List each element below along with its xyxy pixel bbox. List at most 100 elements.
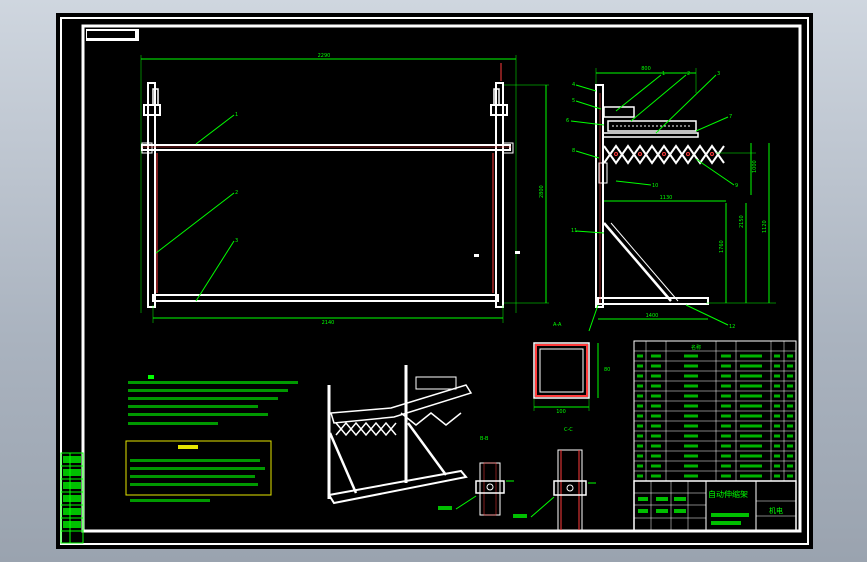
bom-cell-text xyxy=(637,444,643,448)
side-balloon-8: 8 xyxy=(572,148,575,154)
section-right-dimension: 80 xyxy=(604,367,610,373)
bom-cell-text xyxy=(774,474,780,478)
bom-cell-text xyxy=(684,404,698,408)
front-balloon-3: 3 xyxy=(235,238,238,244)
bom-cell-text xyxy=(651,354,661,358)
detail-b-label: B-B xyxy=(480,436,489,442)
title-block: 自动伸缩架 机电 xyxy=(633,480,797,532)
bom-cell-text xyxy=(774,454,780,458)
side-bottom-dimension: 1400 xyxy=(646,313,659,319)
technical-requirements xyxy=(128,375,298,425)
bom-cell-text xyxy=(774,394,780,398)
detail-view-c: C-C xyxy=(513,427,596,531)
bom-cell-text xyxy=(721,384,731,388)
side-balloon-5: 5 xyxy=(572,98,575,104)
front-inner-width-dimension: 2140 xyxy=(322,320,335,326)
bom-cell-text xyxy=(637,434,643,438)
bom-cell-text xyxy=(787,414,793,418)
bom-cell-text xyxy=(787,404,793,408)
side-top-dimension: 800 xyxy=(641,66,651,72)
overall-width-dimension: 2290 xyxy=(318,53,331,59)
bom-cell-text xyxy=(684,384,698,388)
side-balloon-6: 6 xyxy=(566,118,569,124)
bom-cell-text xyxy=(684,354,698,358)
bom-cell-text xyxy=(651,404,661,408)
cad-viewport[interactable]: 2290 1 2 3 2800 2140 800 1000 1120 1760 … xyxy=(56,13,813,549)
bill-of-materials: 名称 xyxy=(633,340,797,482)
bom-cell-text xyxy=(721,414,731,418)
bom-cell-text xyxy=(740,364,762,368)
side-mid-dimension: 1130 xyxy=(660,195,673,201)
bom-cell-text xyxy=(740,444,762,448)
bom-cell-text xyxy=(721,434,731,438)
bom-cell-text xyxy=(637,404,643,408)
bom-cell-text xyxy=(740,434,762,438)
bom-cell-text xyxy=(740,414,762,418)
section-view-square-tube: A-A 100 80 xyxy=(533,322,610,415)
side-right-dimension-2: 1120 xyxy=(762,220,768,233)
bom-cell-text xyxy=(651,394,661,398)
bom-cell-text xyxy=(637,384,643,388)
bom-cell-text xyxy=(740,394,762,398)
side-balloon-4: 4 xyxy=(572,82,575,88)
bom-cell-text xyxy=(787,364,793,368)
bom-cell-text xyxy=(774,354,780,358)
side-left-dimension-2: 2150 xyxy=(739,215,745,228)
bom-cell-text xyxy=(637,374,643,378)
company-name: 机电 xyxy=(769,506,783,515)
bom-cell-text xyxy=(774,434,780,438)
bom-cell-text xyxy=(651,364,661,368)
bom-cell-text xyxy=(637,414,643,418)
bom-cell-text xyxy=(787,474,793,478)
bom-cell-text xyxy=(721,424,731,428)
bom-cell-text xyxy=(651,474,661,478)
side-balloon-12: 12 xyxy=(729,324,735,330)
bom-cell-text xyxy=(787,384,793,388)
side-balloon-9: 9 xyxy=(735,183,738,189)
bom-cell-text xyxy=(651,454,661,458)
bom-cell-text xyxy=(651,374,661,378)
bom-cell-text xyxy=(684,444,698,448)
bom-cell-text xyxy=(684,474,698,478)
bom-cell-text xyxy=(721,354,731,358)
detail-view-b: B-B xyxy=(438,436,514,516)
bom-cell-text xyxy=(637,364,643,368)
bom-cell-text xyxy=(684,434,698,438)
bom-cell-text xyxy=(684,464,698,468)
bom-cell-text xyxy=(637,424,643,428)
bom-cell-text xyxy=(774,424,780,428)
bom-cell-text xyxy=(774,374,780,378)
bom-cell-text xyxy=(774,444,780,448)
side-right-dimension-1: 1000 xyxy=(752,160,758,173)
section-bottom-dimension: 100 xyxy=(556,409,566,415)
front-balloon-1: 1 xyxy=(235,112,238,118)
bom-cell-text xyxy=(787,464,793,468)
bom-cell-text xyxy=(721,394,731,398)
side-left-dimension-1: 1760 xyxy=(719,240,725,253)
bom-cell-text xyxy=(721,444,731,448)
bom-cell-text xyxy=(787,424,793,428)
isometric-view xyxy=(327,365,473,505)
bom-cell-text xyxy=(721,404,731,408)
side-balloon-7: 7 xyxy=(729,114,732,120)
bom-cell-text xyxy=(740,384,762,388)
bom-cell-text xyxy=(787,434,793,438)
bom-cell-text xyxy=(637,454,643,458)
bom-cell-text xyxy=(684,374,698,378)
front-view: 2290 1 2 3 2800 2140 xyxy=(140,53,549,326)
bom-cell-text xyxy=(637,464,643,468)
side-balloon-1: 1 xyxy=(662,71,665,77)
bom-cell-text xyxy=(740,424,762,428)
bom-cell-text xyxy=(684,454,698,458)
bom-cell-text xyxy=(774,384,780,388)
bom-cell-text xyxy=(651,464,661,468)
bom-cell-text xyxy=(787,394,793,398)
bom-cell-text xyxy=(651,384,661,388)
drawing-title: 自动伸缩架 xyxy=(708,489,748,499)
cad-drawing-canvas[interactable]: 2290 1 2 3 2800 2140 800 1000 1120 1760 … xyxy=(56,13,813,549)
bom-cell-text xyxy=(651,414,661,418)
side-balloon-3: 3 xyxy=(717,71,720,77)
bom-cell-text xyxy=(637,354,643,358)
side-view: 800 1000 1120 1760 2150 1130 1400 1 2 3 … xyxy=(566,66,776,332)
bom-cell-text xyxy=(637,474,643,478)
